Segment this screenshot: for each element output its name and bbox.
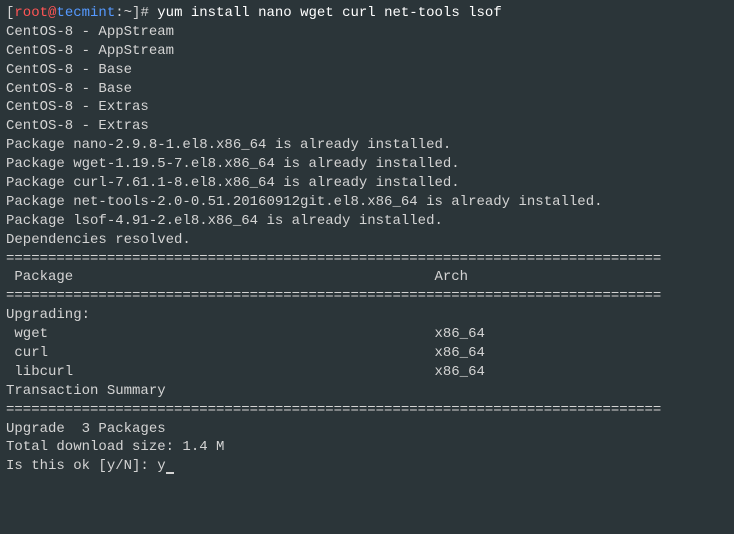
repo-line: CentOS-8 - AppStream: [6, 23, 728, 42]
terminal-window[interactable]: [root@tecmint:~]# yum install nano wget …: [6, 4, 728, 476]
cursor-icon: [166, 472, 174, 474]
package-installed-line: Package curl-7.61.1-8.el8.x86_64 is alre…: [6, 174, 728, 193]
upgrade-name: wget: [6, 325, 434, 344]
prompt-line: [root@tecmint:~]# yum install nano wget …: [6, 4, 728, 23]
repo-line: CentOS-8 - Base: [6, 61, 728, 80]
package-installed-line: Package net-tools-2.0-0.51.20160912git.e…: [6, 193, 728, 212]
prompt-colon: :: [115, 5, 123, 21]
package-installed-line: Package wget-1.19.5-7.el8.x86_64 is alre…: [6, 155, 728, 174]
upgrade-count-line: Upgrade 3 Packages: [6, 420, 728, 439]
upgrade-arch: x86_64: [434, 364, 484, 380]
upgrading-label: Upgrading:: [6, 306, 728, 325]
upgrade-row: wgetx86_64: [6, 325, 728, 344]
table-header-line: Package Arch: [6, 268, 728, 287]
upgrade-arch: x86_64: [434, 326, 484, 342]
confirm-input[interactable]: y: [157, 458, 165, 474]
confirm-prompt: Is this ok [y/N]:: [6, 458, 157, 474]
package-installed-line: Package nano-2.9.8-1.el8.x86_64 is alrea…: [6, 136, 728, 155]
divider-line: ========================================…: [6, 401, 728, 420]
prompt-hash: #: [140, 5, 157, 21]
prompt-host: tecmint: [56, 5, 115, 21]
prompt-user: root: [14, 5, 48, 21]
confirm-line[interactable]: Is this ok [y/N]: y: [6, 457, 728, 476]
upgrade-arch: x86_64: [434, 345, 484, 361]
command-text: yum install nano wget curl net-tools lso…: [157, 5, 501, 21]
upgrade-row: curlx86_64: [6, 344, 728, 363]
deps-resolved-line: Dependencies resolved.: [6, 231, 728, 250]
package-installed-line: Package lsof-4.91-2.el8.x86_64 is alread…: [6, 212, 728, 231]
divider-line: ========================================…: [6, 250, 728, 269]
repo-line: CentOS-8 - Extras: [6, 117, 728, 136]
download-size-line: Total download size: 1.4 M: [6, 438, 728, 457]
transaction-summary-line: Transaction Summary: [6, 382, 728, 401]
prompt-path: ~: [124, 5, 132, 21]
upgrade-name: curl: [6, 344, 434, 363]
repo-line: CentOS-8 - Extras: [6, 98, 728, 117]
divider-line: ========================================…: [6, 287, 728, 306]
repo-line: CentOS-8 - AppStream: [6, 42, 728, 61]
upgrade-row: libcurlx86_64: [6, 363, 728, 382]
upgrade-name: libcurl: [6, 363, 434, 382]
repo-line: CentOS-8 - Base: [6, 80, 728, 99]
